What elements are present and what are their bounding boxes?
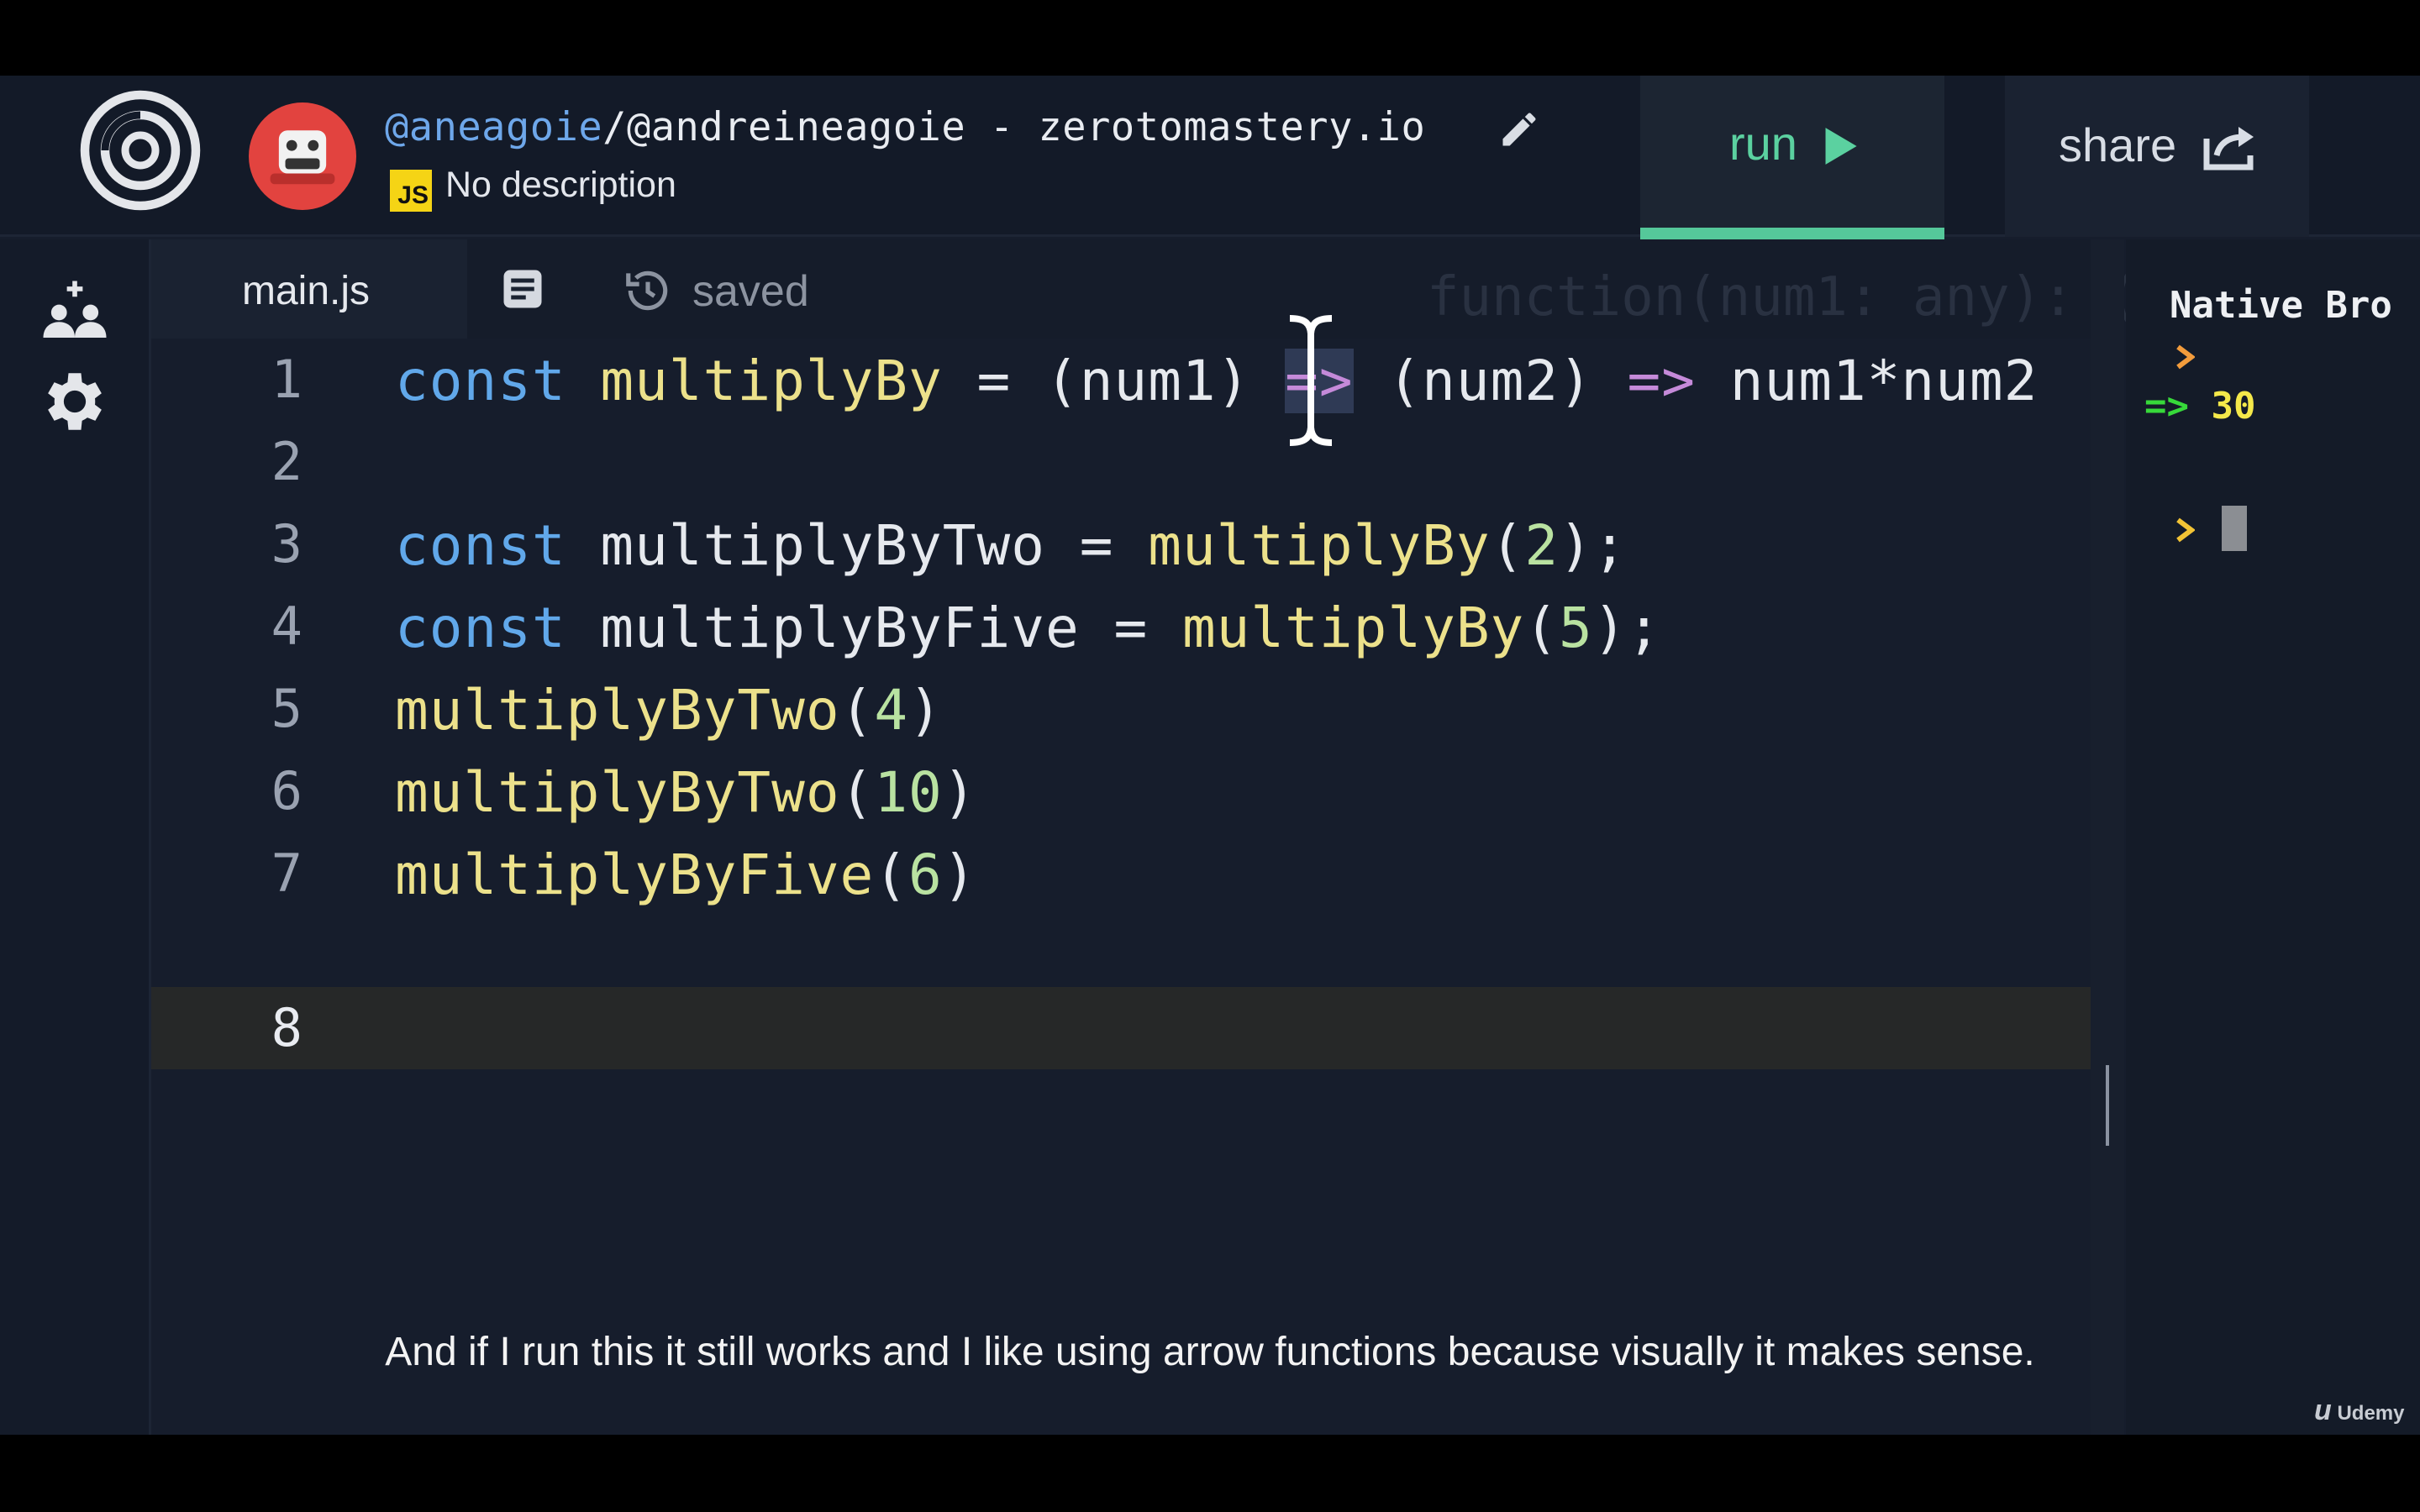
console-result: => 30 [2144, 385, 2256, 428]
line-number: 1 [271, 349, 302, 410]
add-user-icon[interactable] [37, 275, 113, 350]
pane-divider[interactable] [2091, 239, 2124, 1435]
line-number: 6 [271, 760, 302, 822]
prompt-icon [2176, 344, 2195, 370]
line-number: 5 [271, 678, 302, 739]
line-number: 2 [271, 431, 302, 492]
header-bar: @aneagoie/@andreineagoie - zerotomastery… [0, 76, 2420, 239]
prompt-icon [2176, 517, 2195, 543]
language-badge: JS [390, 170, 432, 212]
repl-app: @aneagoie/@andreineagoie - zerotomastery… [0, 76, 2420, 1435]
code-text[interactable]: const multiplyByTwo = multiplyBy(2); [395, 513, 1628, 578]
code-line[interactable]: 6 multiplyByTwo(10) [151, 750, 2091, 832]
code-editor[interactable]: 1 const multiplyBy = (num1) => (num2) =>… [151, 339, 2242, 1435]
code-text[interactable]: multiplyByTwo(10) [395, 760, 977, 825]
editor-tabbar: main.js saved function(num1: any): (num2… [151, 239, 2420, 339]
udemy-watermark: u Udemy [2314, 1394, 2405, 1426]
code-line-active[interactable]: 8 [151, 987, 2091, 1069]
line-number: 7 [271, 843, 302, 904]
pencil-icon[interactable] [1497, 108, 1541, 151]
avatar[interactable] [249, 102, 356, 210]
share-button[interactable]: share [2005, 76, 2309, 237]
code-line[interactable]: 3 const multiplyByTwo = multiplyBy(2); [151, 503, 2091, 585]
code-line[interactable]: 7 multiplyByFive(6) [151, 832, 2091, 915]
resize-handle[interactable] [2106, 1065, 2109, 1146]
code-line[interactable]: 4 const multiplyByFive = multiplyBy(5); [151, 585, 2091, 668]
console-title: Native Bro [2170, 284, 2392, 327]
video-letterbox-top [0, 0, 2420, 76]
code-line[interactable]: 2 [151, 421, 2091, 503]
console-input-cursor[interactable] [2222, 506, 2247, 551]
run-active-indicator [1640, 228, 1944, 239]
tab-main-js[interactable]: main.js [151, 239, 467, 339]
document-icon[interactable] [497, 263, 548, 315]
code-line[interactable]: 1 const multiplyBy = (num1) => (num2) =>… [151, 339, 2091, 421]
line-number: 4 [271, 596, 302, 657]
share-label: share [2059, 118, 2177, 171]
code-text[interactable]: const multiplyByFive = multiplyBy(5); [395, 596, 1661, 660]
save-status: saved [692, 267, 809, 316]
left-sidebar [0, 239, 151, 1435]
repl-title[interactable]: @aneagoie/@andreineagoie - zerotomastery… [385, 104, 1425, 155]
video-letterbox-bottom [0, 1435, 2420, 1512]
run-button[interactable]: run [1640, 76, 1944, 239]
code-text[interactable]: multiplyByTwo(4) [395, 678, 943, 743]
repl-name: /@andreineagoie - zerotomastery.io [602, 104, 1426, 150]
share-icon [2203, 127, 2254, 171]
video-subtitle: And if I run this it still works and I l… [385, 1330, 2035, 1374]
play-icon [1825, 128, 1857, 165]
line-number: 3 [271, 513, 302, 575]
repl-owner[interactable]: @aneagoie [385, 104, 602, 150]
line-number: 8 [271, 997, 302, 1058]
repl-logo-icon[interactable] [77, 87, 203, 213]
repl-description[interactable]: No description [445, 165, 676, 206]
text-cursor-icon [1289, 315, 1333, 446]
gear-icon[interactable] [37, 364, 113, 439]
run-label: run [1729, 117, 1797, 170]
history-icon[interactable] [622, 265, 674, 317]
code-line[interactable]: 5 multiplyByTwo(4) [151, 668, 2091, 750]
tab-label: main.js [242, 269, 371, 313]
robot-icon [270, 130, 335, 185]
code-text[interactable]: const multiplyBy = (num1) => (num2) => n… [395, 349, 2038, 413]
code-text[interactable]: multiplyByFive(6) [395, 843, 977, 907]
